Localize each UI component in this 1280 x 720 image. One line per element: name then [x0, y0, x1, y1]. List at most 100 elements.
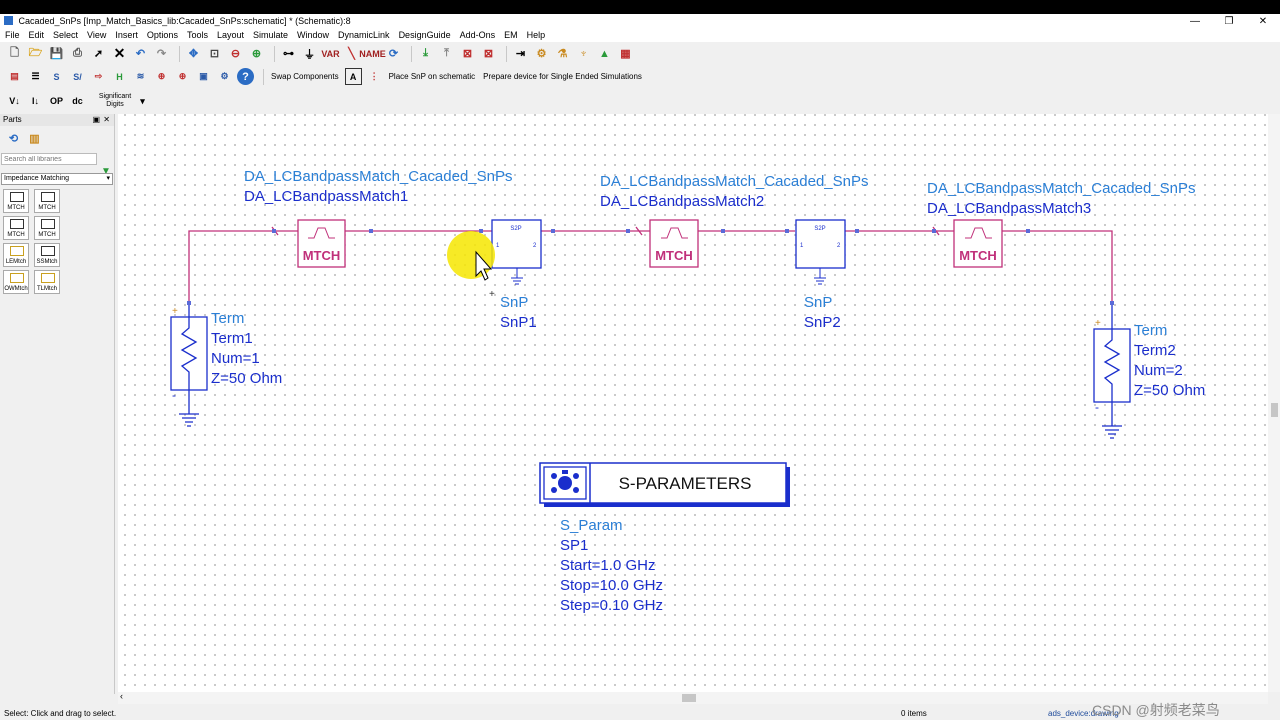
push-into-icon[interactable]: ⤓: [417, 45, 434, 62]
box-icon[interactable]: ▣: [195, 68, 212, 85]
vertical-scroll-thumb[interactable]: [1271, 403, 1278, 417]
palette-item-ssmtch[interactable]: SSMtch: [34, 243, 60, 267]
menu-window[interactable]: Window: [297, 29, 329, 42]
scroll-left-icon[interactable]: ‹: [120, 691, 123, 701]
vertical-scrollbar[interactable]: [1268, 114, 1280, 692]
palette-item-mtch[interactable]: MTCH: [3, 216, 29, 240]
prepare-device-button[interactable]: Prepare device for Single Ended Simulati…: [483, 72, 642, 81]
pin-icon[interactable]: ▣: [92, 114, 100, 126]
save-icon[interactable]: 💾: [48, 45, 65, 62]
pop-out-icon[interactable]: ⤒: [438, 45, 455, 62]
help-icon[interactable]: ?: [237, 68, 254, 85]
menu-em[interactable]: EM: [504, 29, 518, 42]
open-folder-icon[interactable]: 🗁: [27, 45, 44, 62]
parts-panel-header: Parts ▣ ✕: [0, 114, 114, 126]
palette-item-owmtch[interactable]: OWMtch: [3, 270, 29, 294]
port-icon[interactable]: ⇥: [512, 45, 529, 62]
snp-block-2[interactable]: S2P 1 2: [795, 219, 846, 285]
palette-item-mtch[interactable]: MTCH: [3, 189, 29, 213]
menu-insert[interactable]: Insert: [115, 29, 138, 42]
schematic-canvas[interactable]: MTCH MTCH MTCH DA_LCBandpassMatch_Cacade…: [118, 114, 1268, 692]
menu-designguide[interactable]: DesignGuide: [399, 29, 451, 42]
move-icon[interactable]: ✥: [185, 45, 202, 62]
op-point-icon[interactable]: OP: [48, 93, 65, 110]
zoom-in-icon[interactable]: ⊕: [248, 45, 265, 62]
library-select[interactable]: Impedance Matching ▾: [1, 173, 113, 185]
file-icon[interactable]: ⊕: [174, 68, 191, 85]
undo-icon[interactable]: ↶: [132, 45, 149, 62]
palette-item-tlmtch[interactable]: TLMtch: [34, 270, 60, 294]
restore-button[interactable]: ❐: [1212, 14, 1246, 29]
yield-icon[interactable]: ♆: [575, 45, 592, 62]
library-icon[interactable]: ▥: [26, 130, 43, 147]
delete-icon[interactable]: ✕: [111, 45, 128, 62]
horizontal-scroll-thumb[interactable]: [682, 694, 696, 702]
mtch-block-2[interactable]: MTCH: [649, 219, 699, 268]
zoom-out-icon[interactable]: ⊖: [227, 45, 244, 62]
short-icon[interactable]: ⊠: [480, 45, 497, 62]
history-icon[interactable]: ⟲: [5, 130, 22, 147]
place-snp-button[interactable]: Place SnP on schematic: [389, 72, 476, 81]
tune-icon[interactable]: ⚙: [533, 45, 550, 62]
close-panel-icon[interactable]: ✕: [103, 114, 110, 126]
wire[interactable]: [188, 230, 298, 304]
ground-icon[interactable]: ⏚: [301, 45, 318, 62]
mtch-block-3[interactable]: MTCH: [953, 219, 1003, 268]
simulate-icon[interactable]: ▲: [596, 45, 613, 62]
palette-item-lemtch[interactable]: LEMtch: [3, 243, 29, 267]
menu-tools[interactable]: Tools: [187, 29, 208, 42]
menu-options[interactable]: Options: [147, 29, 178, 42]
menu-select[interactable]: Select: [53, 29, 78, 42]
auto-icon[interactable]: ⚙: [216, 68, 233, 85]
h-icon[interactable]: H: [111, 68, 128, 85]
voltage-probe-icon[interactable]: V↓: [6, 93, 23, 110]
swap-components-button[interactable]: Swap Components: [271, 72, 339, 81]
waveform-icon[interactable]: ≋: [132, 68, 149, 85]
align-icon[interactable]: ☰: [27, 68, 44, 85]
insert-wire-icon[interactable]: ╲: [343, 45, 360, 62]
menu-file[interactable]: File: [5, 29, 20, 42]
snp-block-1[interactable]: S2P 1 2: [491, 219, 542, 285]
palette-item-label: LEMtch: [5, 259, 27, 265]
palette-item-label: MTCH: [7, 232, 25, 238]
minimize-button[interactable]: —: [1178, 14, 1212, 29]
term-2[interactable]: + -: [1093, 305, 1131, 439]
var-icon[interactable]: VAR: [321, 45, 339, 62]
menu-help[interactable]: Help: [527, 29, 546, 42]
s-parameters-controller[interactable]: S-PARAMETERS: [539, 462, 790, 507]
palette-item-mtch[interactable]: MTCH: [34, 189, 60, 213]
menu-layout[interactable]: Layout: [217, 29, 244, 42]
export-icon[interactable]: ⇨: [90, 68, 107, 85]
significant-digits-dropdown-icon[interactable]: ▾: [134, 93, 151, 110]
print-icon[interactable]: ⎙: [69, 45, 86, 62]
new-file-icon[interactable]: 🗋: [6, 45, 23, 62]
s-param-icon[interactable]: S: [48, 68, 65, 85]
palette-item-mtch[interactable]: MTCH: [34, 216, 60, 240]
menu-dynamiclink[interactable]: DynamicLink: [338, 29, 390, 42]
select-pointer-icon[interactable]: ➚: [90, 45, 107, 62]
menu-simulate[interactable]: Simulate: [253, 29, 288, 42]
redo-icon[interactable]: ↷: [153, 45, 170, 62]
menu-addons[interactable]: Add-Ons: [460, 29, 496, 42]
rotate-icon[interactable]: ⟳: [385, 45, 402, 62]
current-probe-icon[interactable]: I↓: [27, 93, 44, 110]
optimize-icon[interactable]: ⚗: [554, 45, 571, 62]
term-1[interactable]: + -: [170, 305, 208, 427]
sv-icon[interactable]: S/: [69, 68, 86, 85]
numbering-icon[interactable]: ▤: [6, 68, 23, 85]
menu-edit[interactable]: Edit: [29, 29, 45, 42]
dc-icon[interactable]: dc: [69, 93, 86, 110]
place-snp-icon[interactable]: A: [344, 68, 362, 85]
wire-icon[interactable]: ⊶: [280, 45, 297, 62]
csv-icon[interactable]: ⊕: [153, 68, 170, 85]
search-libraries-input[interactable]: [1, 153, 97, 165]
zoom-area-icon[interactable]: ⊡: [206, 45, 223, 62]
snp-glyph-icon[interactable]: ⋮: [366, 68, 383, 85]
name-icon[interactable]: NAME: [359, 45, 386, 62]
data-display-icon[interactable]: ▦: [617, 45, 634, 62]
deactivate-icon[interactable]: ⊠: [459, 45, 476, 62]
menu-view[interactable]: View: [87, 29, 106, 42]
wire[interactable]: [1002, 230, 1113, 304]
close-button[interactable]: ✕: [1246, 14, 1280, 29]
mtch-block-1[interactable]: MTCH: [297, 219, 346, 268]
